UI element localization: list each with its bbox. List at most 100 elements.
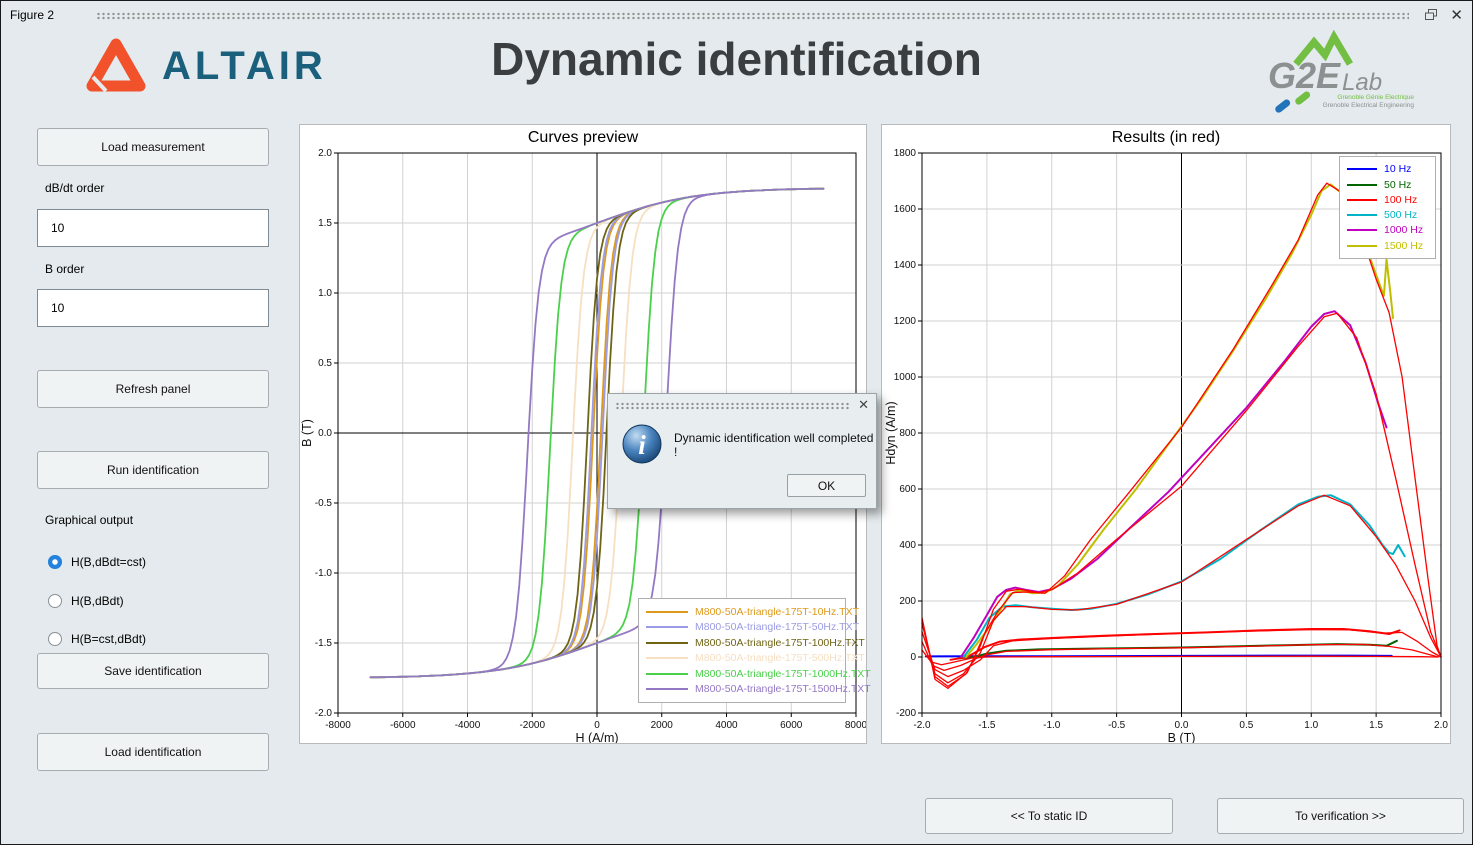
dialog-ok-button[interactable]: OK bbox=[787, 474, 866, 497]
info-icon: i bbox=[622, 424, 662, 464]
svg-text:H (A/m): H (A/m) bbox=[575, 731, 618, 743]
svg-text:-200: -200 bbox=[896, 708, 916, 719]
svg-text:-2.0: -2.0 bbox=[913, 720, 931, 731]
close-window-icon[interactable]: ✕ bbox=[1450, 8, 1463, 23]
run-identification-button[interactable]: Run identification bbox=[37, 451, 269, 489]
b-order-input[interactable] bbox=[37, 289, 269, 327]
svg-text:0.0: 0.0 bbox=[318, 428, 332, 439]
legend-entry: M800-50A-triangle-175T-1000Hz.TXT bbox=[646, 668, 838, 680]
svg-text:-2000: -2000 bbox=[519, 720, 545, 731]
curves-preview-legend: M800-50A-triangle-175T-10Hz.TXT M800-50A-… bbox=[638, 598, 846, 703]
dialog-message: Dynamic identification well completed ! bbox=[674, 431, 876, 459]
legend-entry: M800-50A-triangle-175T-100Hz.TXT bbox=[646, 637, 838, 649]
titlebar-drag-handle[interactable] bbox=[96, 12, 1409, 20]
page-title: Dynamic identification bbox=[491, 32, 982, 86]
svg-text:B (T): B (T) bbox=[1168, 731, 1196, 743]
radio-label: H(B,dBdt=cst) bbox=[71, 555, 146, 569]
to-verification-button[interactable]: To verification >> bbox=[1217, 798, 1464, 834]
radio-label: H(B=cst,dBdt) bbox=[71, 632, 146, 646]
legend-entry: 1500 Hz bbox=[1347, 240, 1428, 252]
svg-text:1.5: 1.5 bbox=[318, 218, 332, 229]
svg-text:-1.0: -1.0 bbox=[315, 568, 333, 579]
legend-entry: M800-50A-triangle-175T-10Hz.TXT bbox=[646, 606, 838, 618]
restore-window-icon[interactable] bbox=[1425, 9, 1439, 21]
figure-titlebar[interactable]: Figure 2 ✕ bbox=[1, 1, 1472, 29]
legend-entry: 50 Hz bbox=[1347, 179, 1428, 191]
svg-text:0: 0 bbox=[594, 720, 600, 731]
svg-text:2.0: 2.0 bbox=[318, 148, 332, 159]
legend-entry: 100 Hz bbox=[1347, 194, 1428, 206]
svg-text:800: 800 bbox=[899, 428, 916, 439]
svg-text:2.0: 2.0 bbox=[1434, 720, 1448, 731]
completion-dialog: ✕ i Dynamic identification well complete… bbox=[607, 393, 877, 509]
legend-entry: 500 Hz bbox=[1347, 209, 1428, 221]
figure-title: Figure 2 bbox=[10, 8, 54, 22]
svg-text:0: 0 bbox=[910, 652, 916, 663]
save-identification-button[interactable]: Save identification bbox=[37, 653, 269, 689]
info-glyph: i bbox=[638, 430, 646, 460]
to-static-id-button[interactable]: << To static ID bbox=[925, 798, 1173, 834]
results-legend: 10 Hz 50 Hz 100 Hz 500 Hz 1000 Hz 1500 Hz bbox=[1339, 156, 1436, 259]
radio-h-bcst-dbdt[interactable]: H(B=cst,dBdt) bbox=[48, 630, 146, 648]
graphical-output-label: Graphical output bbox=[45, 513, 133, 527]
radio-button-icon[interactable] bbox=[48, 632, 62, 646]
load-measurement-button[interactable]: Load measurement bbox=[37, 128, 269, 166]
svg-text:2000: 2000 bbox=[651, 720, 674, 731]
radio-h-b-dbdt[interactable]: H(B,dBdt) bbox=[48, 592, 124, 610]
svg-text:600: 600 bbox=[899, 484, 916, 495]
legend-entry: 1000 Hz bbox=[1347, 224, 1428, 236]
svg-text:-6000: -6000 bbox=[390, 720, 416, 731]
svg-text:-8000: -8000 bbox=[325, 720, 351, 731]
svg-text:6000: 6000 bbox=[780, 720, 803, 731]
svg-text:1800: 1800 bbox=[894, 148, 917, 159]
g2e-line-en: Grenoble Electrical Engineering bbox=[1323, 102, 1415, 109]
load-identification-button[interactable]: Load identification bbox=[37, 733, 269, 771]
g2elab-logo-icon: G2E Lab Grenoble Génie Electrique Grenob… bbox=[1266, 30, 1416, 120]
svg-text:1.0: 1.0 bbox=[1304, 720, 1318, 731]
svg-text:400: 400 bbox=[899, 540, 916, 551]
svg-text:0.5: 0.5 bbox=[318, 358, 332, 369]
dialog-drag-handle[interactable] bbox=[615, 402, 850, 410]
altair-logo: ALTAIR bbox=[84, 36, 327, 96]
b-order-label: B order bbox=[45, 262, 84, 276]
svg-text:-1.5: -1.5 bbox=[978, 720, 996, 731]
radio-label: H(B,dBdt) bbox=[71, 594, 124, 608]
g2elab-logo: G2E Lab Grenoble Génie Electrique Grenob… bbox=[1266, 30, 1416, 125]
svg-text:1600: 1600 bbox=[894, 204, 917, 215]
legend-entry: M800-50A-triangle-175T-1500Hz.TXT bbox=[646, 683, 838, 695]
svg-text:-4000: -4000 bbox=[455, 720, 481, 731]
svg-text:1200: 1200 bbox=[894, 316, 917, 327]
svg-text:G2E: G2E bbox=[1268, 55, 1341, 96]
legend-entry: 10 Hz bbox=[1347, 163, 1428, 175]
refresh-panel-button[interactable]: Refresh panel bbox=[37, 370, 269, 408]
altair-triangle-icon bbox=[84, 36, 148, 96]
svg-text:200: 200 bbox=[899, 596, 916, 607]
legend-entry: M800-50A-triangle-175T-500Hz.TXT bbox=[646, 652, 838, 664]
svg-text:-1.0: -1.0 bbox=[1043, 720, 1061, 731]
radio-button-icon[interactable] bbox=[48, 555, 62, 569]
svg-text:-1.5: -1.5 bbox=[315, 638, 333, 649]
legend-entry: M800-50A-triangle-175T-50Hz.TXT bbox=[646, 621, 838, 633]
svg-text:B (T): B (T) bbox=[300, 419, 314, 447]
dbdt-order-label: dB/dt order bbox=[45, 181, 104, 195]
svg-text:-2.0: -2.0 bbox=[315, 708, 333, 719]
svg-text:1000: 1000 bbox=[894, 372, 917, 383]
svg-text:1400: 1400 bbox=[894, 260, 917, 271]
altair-wordmark: ALTAIR bbox=[162, 44, 327, 89]
svg-text:4000: 4000 bbox=[715, 720, 738, 731]
results-panel: Results (in red) -2.0-1.5-1.0-0.50.00.51… bbox=[881, 124, 1451, 744]
svg-text:-0.5: -0.5 bbox=[315, 498, 333, 509]
g2e-line-fr: Grenoble Génie Electrique bbox=[1337, 94, 1414, 101]
svg-text:0.0: 0.0 bbox=[1175, 720, 1189, 731]
radio-h-b-dbdt-cst[interactable]: H(B,dBdt=cst) bbox=[48, 553, 146, 571]
svg-text:0.5: 0.5 bbox=[1239, 720, 1253, 731]
dbdt-order-input[interactable] bbox=[37, 209, 269, 247]
svg-text:8000: 8000 bbox=[845, 720, 866, 731]
svg-text:1.0: 1.0 bbox=[318, 288, 332, 299]
dialog-titlebar[interactable]: ✕ bbox=[608, 394, 876, 416]
svg-text:1.5: 1.5 bbox=[1369, 720, 1383, 731]
radio-button-icon[interactable] bbox=[48, 594, 62, 608]
dialog-close-icon[interactable]: ✕ bbox=[858, 397, 869, 413]
svg-text:-0.5: -0.5 bbox=[1108, 720, 1126, 731]
svg-text:Lab: Lab bbox=[1342, 69, 1382, 96]
